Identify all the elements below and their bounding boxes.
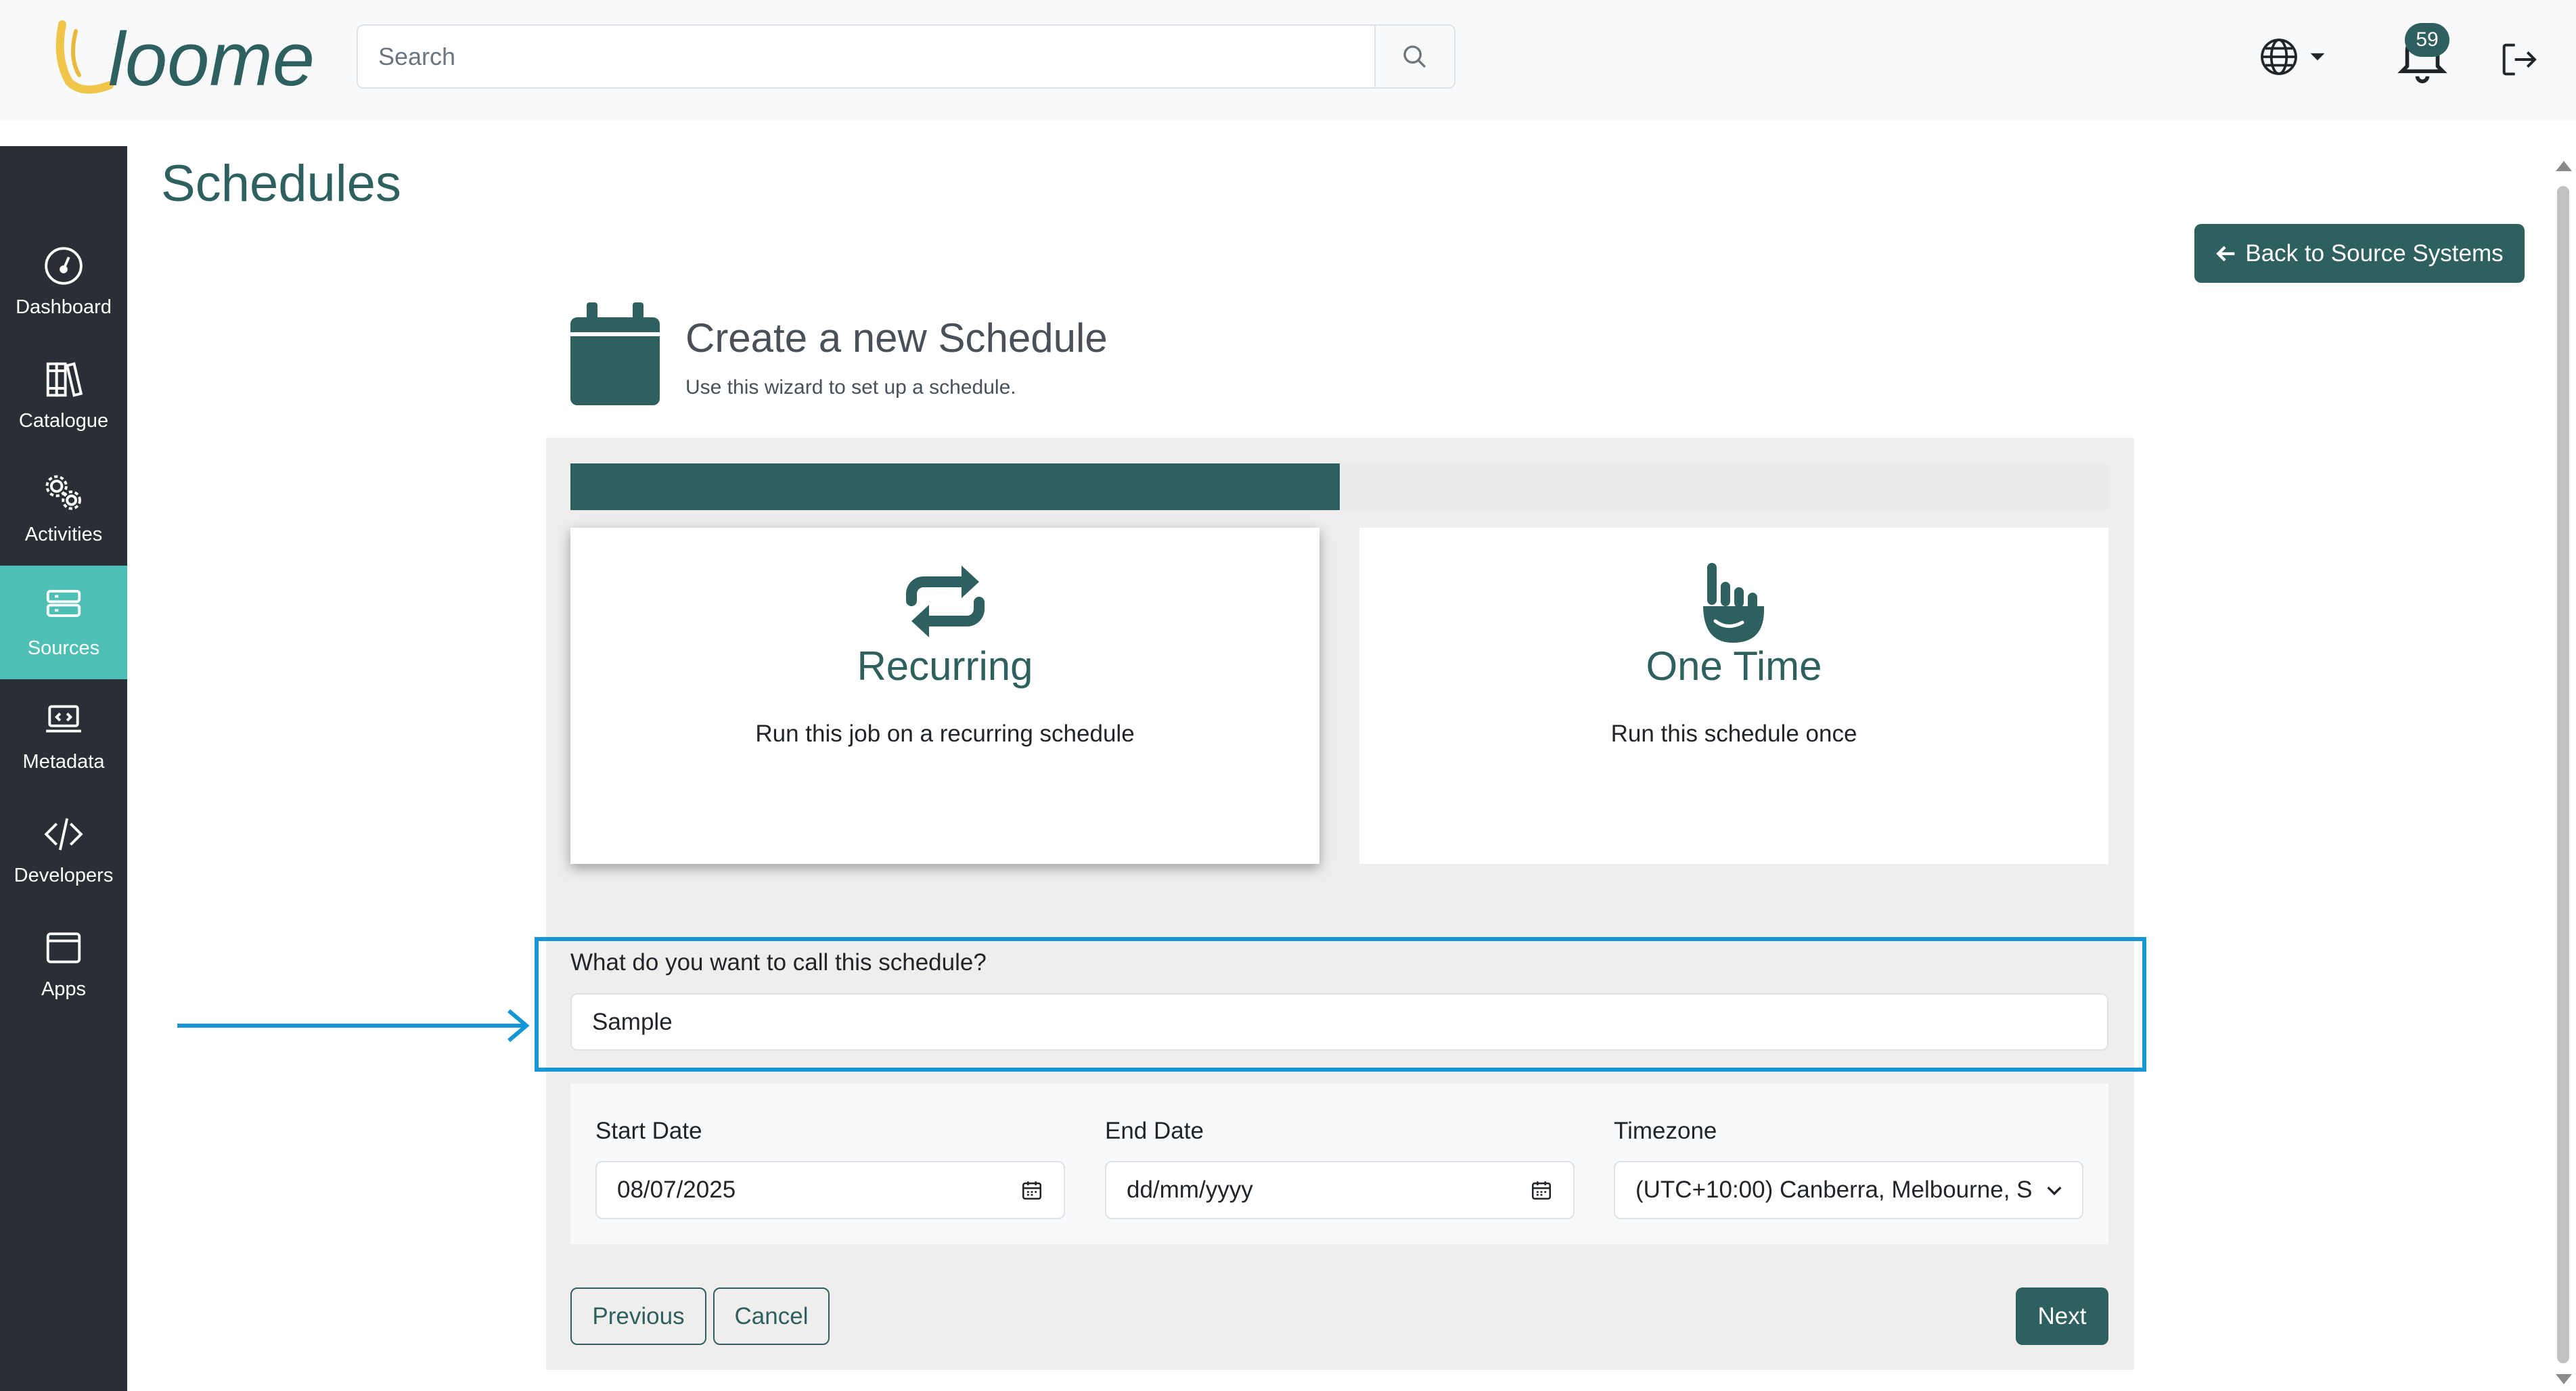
sidebar-item-developers[interactable]: Developers <box>0 793 127 907</box>
search-icon <box>1403 45 1426 68</box>
start-date-label: Start Date <box>595 1118 702 1144</box>
scroll-down-icon[interactable] <box>2554 1372 2574 1388</box>
recurring-option-card[interactable]: Recurring Run this job on a recurring sc… <box>570 528 1319 864</box>
back-to-source-systems-button[interactable]: Back to Source Systems <box>2194 224 2525 283</box>
timezone-label: Timezone <box>1614 1118 1717 1144</box>
hand-pointer-icon <box>1702 563 1764 643</box>
logout-icon[interactable] <box>2497 38 2540 81</box>
sidebar: Dashboard Catalogue Activities Sources M… <box>0 146 127 1391</box>
calendar-icon <box>570 302 660 405</box>
start-date-input[interactable]: 08/07/2025 <box>595 1161 1065 1219</box>
schedule-name-input[interactable] <box>570 993 2108 1051</box>
calendar-picker-icon[interactable] <box>1020 1179 1043 1202</box>
recurring-title: Recurring <box>857 643 1033 689</box>
gears-icon <box>45 475 81 510</box>
back-button-label: Back to Source Systems <box>2245 240 2504 267</box>
sidebar-item-metadata[interactable]: Metadata <box>0 679 127 793</box>
wizard-progress-bar <box>570 463 2108 510</box>
svg-text:loome: loome <box>108 18 315 97</box>
scrollbar-thumb[interactable] <box>2557 186 2569 1363</box>
books-icon <box>46 361 83 397</box>
sidebar-item-label: Apps <box>41 978 87 1000</box>
window-icon <box>46 932 81 963</box>
schedule-name-label: What do you want to call this schedule? <box>570 949 987 976</box>
sidebar-item-apps[interactable]: Apps <box>0 907 127 1020</box>
sidebar-item-label: Activities <box>24 523 103 545</box>
end-date-label: End Date <box>1105 1118 1204 1144</box>
scroll-up-icon[interactable] <box>2554 157 2574 173</box>
sidebar-item-dashboard[interactable]: Dashboard <box>0 225 127 338</box>
arrow-right-icon <box>177 1009 530 1043</box>
end-date-value: dd/mm/yyyy <box>1127 1177 1253 1203</box>
start-date-value: 08/07/2025 <box>617 1177 736 1203</box>
sidebar-item-label: Sources <box>27 637 100 659</box>
code-icon <box>44 817 83 850</box>
laptop-code-icon <box>46 704 81 732</box>
next-button[interactable]: Next <box>2016 1287 2108 1345</box>
one-time-title: One Time <box>1646 643 1822 689</box>
sidebar-item-label: Dashboard <box>16 296 112 318</box>
repeat-icon <box>905 566 985 637</box>
one-time-option-card[interactable]: One Time Run this schedule once <box>1359 528 2108 864</box>
page-title: Schedules <box>161 155 401 212</box>
sidebar-item-catalogue[interactable]: Catalogue <box>0 338 127 452</box>
server-icon <box>46 589 81 617</box>
sidebar-item-label: Catalogue <box>18 409 109 432</box>
dashboard-gauge-icon <box>45 246 83 285</box>
search-bar <box>357 24 1455 89</box>
loome-logo[interactable]: loome <box>49 18 333 97</box>
wizard-title: Create a new Schedule <box>685 315 1108 361</box>
sidebar-item-activities[interactable]: Activities <box>0 452 127 566</box>
timezone-value: (UTC+10:00) Canberra, Melbourne, S <box>1635 1177 2033 1203</box>
previous-button[interactable]: Previous <box>570 1287 706 1345</box>
progress-fill <box>570 463 1340 510</box>
end-date-input[interactable]: dd/mm/yyyy <box>1105 1161 1575 1219</box>
sidebar-item-sources[interactable]: Sources <box>0 566 127 679</box>
arrow-left-icon <box>2216 246 2235 261</box>
cancel-button[interactable]: Cancel <box>713 1287 830 1345</box>
chevron-down-icon <box>2310 53 2325 61</box>
sidebar-item-label: Metadata <box>22 750 105 773</box>
calendar-picker-icon[interactable] <box>1530 1179 1553 1202</box>
globe-icon <box>2261 39 2297 75</box>
one-time-description: Run this schedule once <box>1610 721 1857 747</box>
sidebar-item-label: Developers <box>14 864 114 886</box>
chevron-down-icon <box>2047 1186 2062 1195</box>
search-button[interactable] <box>1374 26 1454 87</box>
top-navbar: loome 59 <box>0 0 2576 120</box>
notification-badge: 59 <box>2405 23 2449 57</box>
wizard-subtitle: Use this wizard to set up a schedule. <box>685 376 1016 398</box>
recurring-description: Run this job on a recurring schedule <box>755 721 1135 747</box>
language-dropdown[interactable] <box>2259 32 2333 81</box>
search-input[interactable] <box>358 26 1374 87</box>
timezone-select[interactable]: (UTC+10:00) Canberra, Melbourne, S <box>1614 1161 2083 1219</box>
